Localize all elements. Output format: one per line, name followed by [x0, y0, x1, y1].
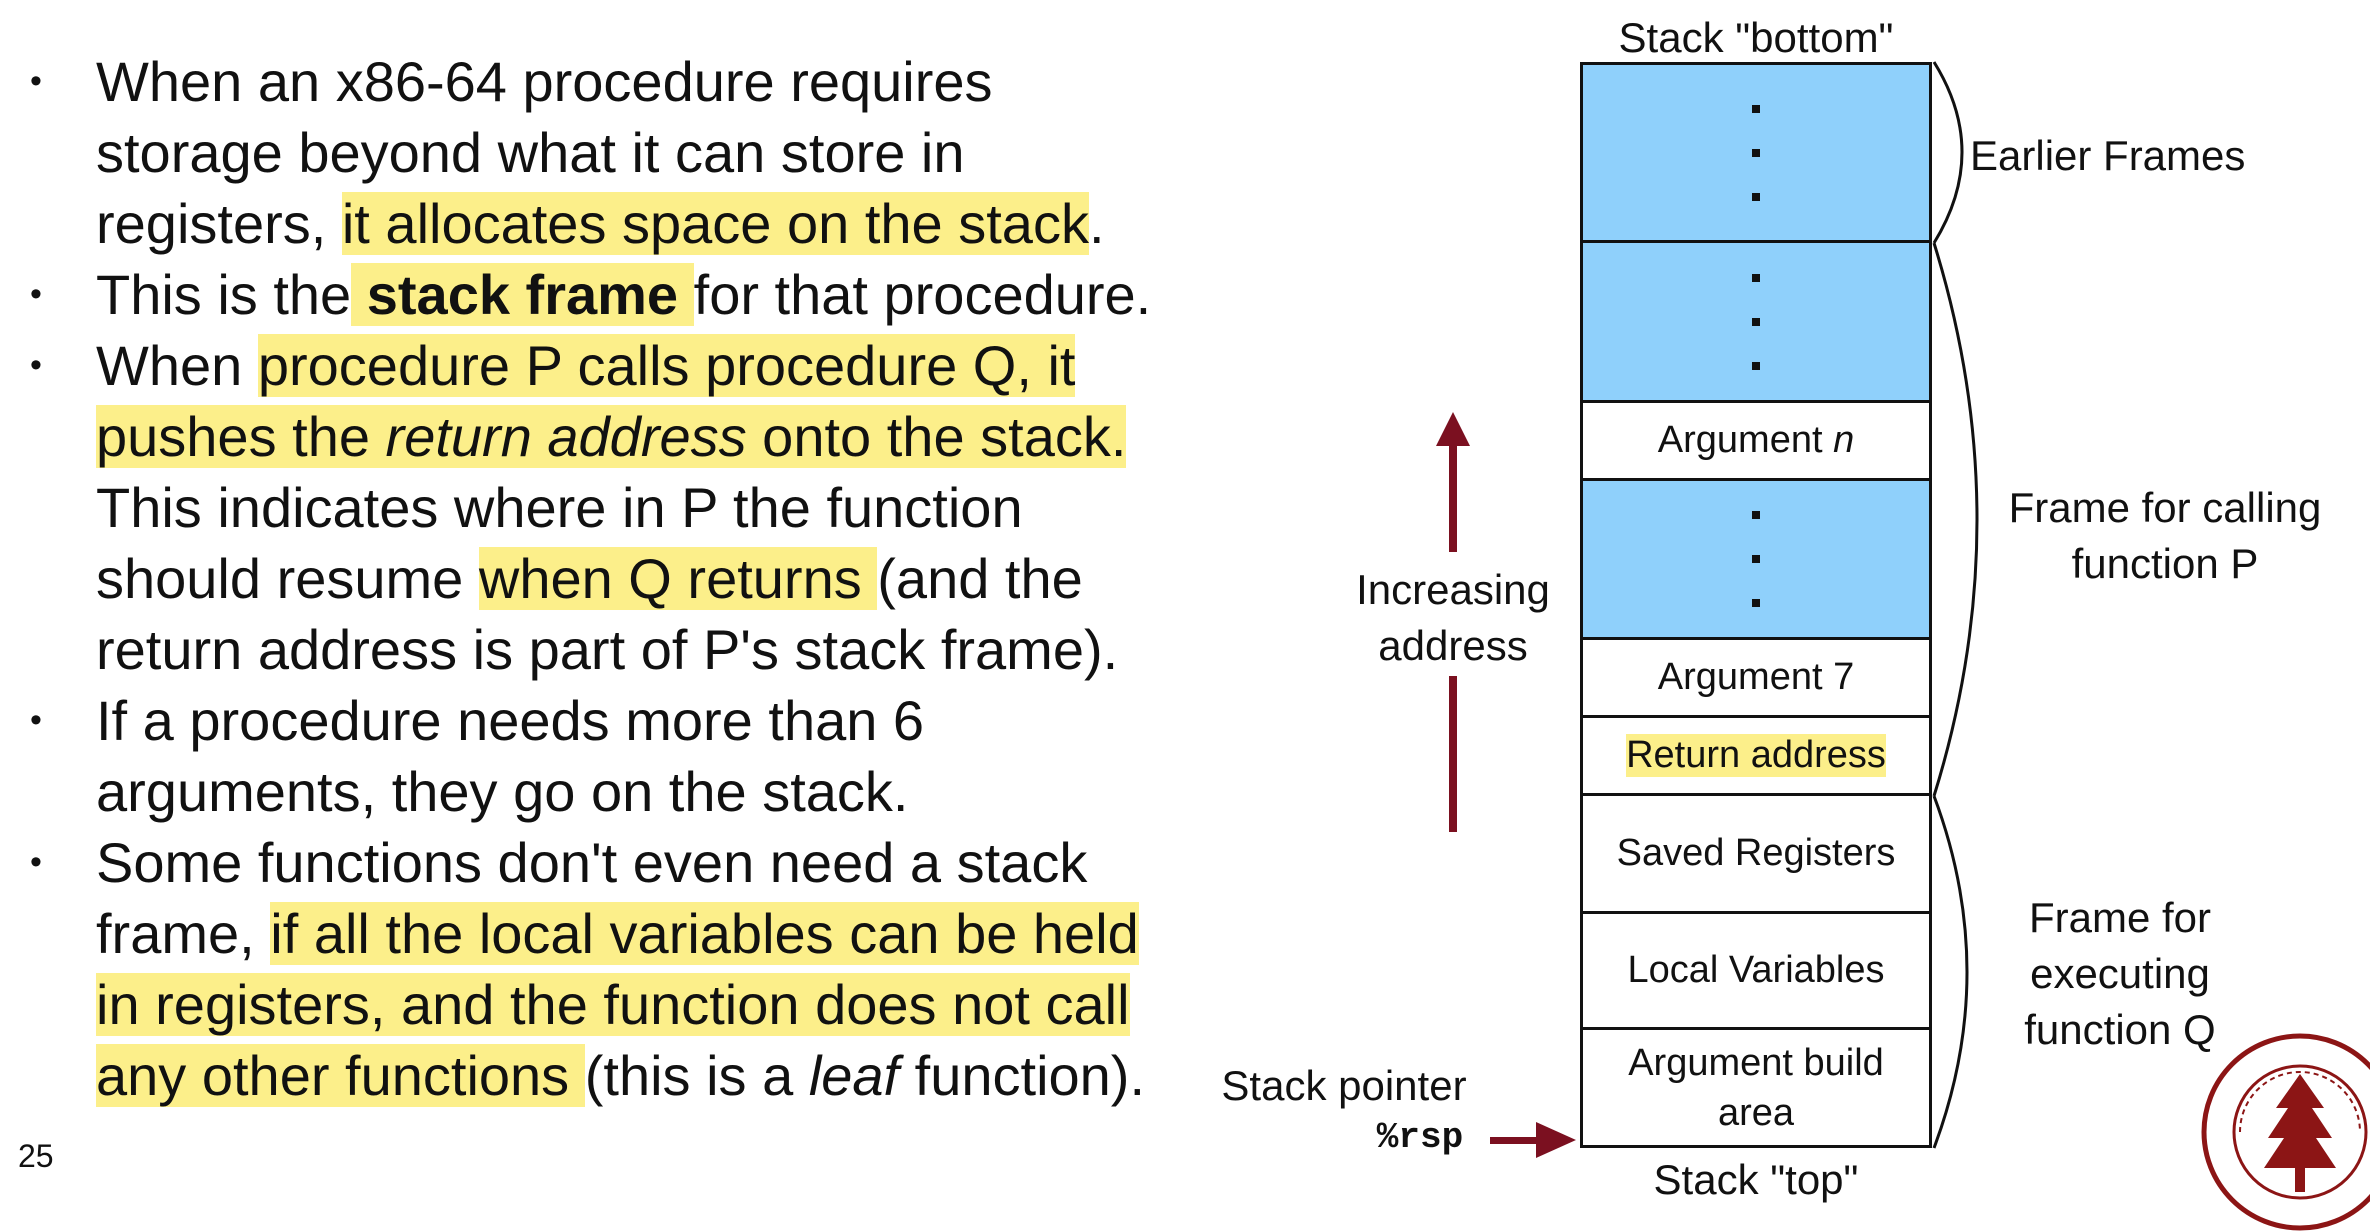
- frame-p-upper-block: [1580, 243, 1932, 403]
- increasing-address-shaft-bottom: [1449, 676, 1457, 832]
- argument-build-area-cell: Argument build area: [1580, 1030, 1932, 1148]
- return-address-label: Return address: [1626, 734, 1886, 777]
- bullet-text-span: leaf: [808, 1044, 900, 1107]
- bullet-text-span: (this is a: [584, 1044, 809, 1107]
- frame-p-brace: [1932, 242, 1979, 797]
- bullet-list: When an x86-64 procedure requires storag…: [30, 46, 1180, 1111]
- bullet-text-span: .: [1088, 192, 1105, 255]
- argument-n-var: n: [1833, 419, 1855, 461]
- earlier-frames-label: Earlier Frames: [1970, 132, 2246, 179]
- stack-bottom-label: Stack "bottom": [1618, 14, 1894, 61]
- bullet-text-span: This is the: [96, 263, 352, 326]
- argument-n-prefix: Argument: [1657, 419, 1834, 461]
- arrow-right-icon: [1536, 1122, 1576, 1158]
- bullet-text-span: function).: [899, 1044, 1146, 1107]
- bullet-text-span: If a procedure needs more than 6 argumen…: [96, 689, 925, 823]
- stack-pointer-label: Stack pointer: [1221, 1062, 1467, 1109]
- stack-top-label: Stack "top": [1653, 1156, 1859, 1203]
- saved-registers-cell: Saved Registers: [1580, 796, 1932, 914]
- bullet-item: Some functions don't even need a stack f…: [30, 827, 1180, 1111]
- increasing-address-label: Increasing address: [1356, 566, 1550, 669]
- bullet-text-span: when Q returns: [478, 547, 878, 610]
- frame-p-label: Frame for calling function P: [2008, 484, 2322, 587]
- bullet-text-span: for that procedure.: [693, 263, 1152, 326]
- earlier-frames-block: [1580, 62, 1932, 243]
- rsp-arrow-shaft: [1490, 1137, 1540, 1144]
- argument-7-cell: Argument 7: [1580, 640, 1932, 718]
- argument-n-cell: Argument n: [1580, 403, 1932, 481]
- arrow-up-icon: [1436, 412, 1470, 446]
- bullet-item: When procedure P calls procedure Q, it p…: [30, 330, 1180, 685]
- bullet-text-span: it allocates space on the stack: [341, 192, 1089, 255]
- bullet-text-span: stack frame: [351, 263, 694, 326]
- stanford-seal-logo: [2201, 1033, 2370, 1231]
- bullet-item: If a procedure needs more than 6 argumen…: [30, 685, 1180, 827]
- rsp-register-label: %rsp: [1376, 1117, 1464, 1158]
- bullet-item: This is the stack frame for that procedu…: [30, 259, 1180, 330]
- bullet-text-span: onto the stack.: [746, 405, 1127, 468]
- bullet-text-span: When: [96, 334, 258, 397]
- bullet-text-span: return address: [385, 405, 747, 468]
- increasing-address-shaft-top: [1449, 444, 1457, 552]
- bullet-item: When an x86-64 procedure requires storag…: [30, 46, 1180, 259]
- earlier-frames-brace: [1932, 61, 1964, 244]
- frame-p-lower-block: [1580, 481, 1932, 640]
- slide-number: 25: [18, 1138, 54, 1174]
- return-address-cell: Return address: [1580, 718, 1932, 796]
- frame-q-brace: [1932, 795, 1969, 1149]
- local-variables-cell: Local Variables: [1580, 914, 1932, 1030]
